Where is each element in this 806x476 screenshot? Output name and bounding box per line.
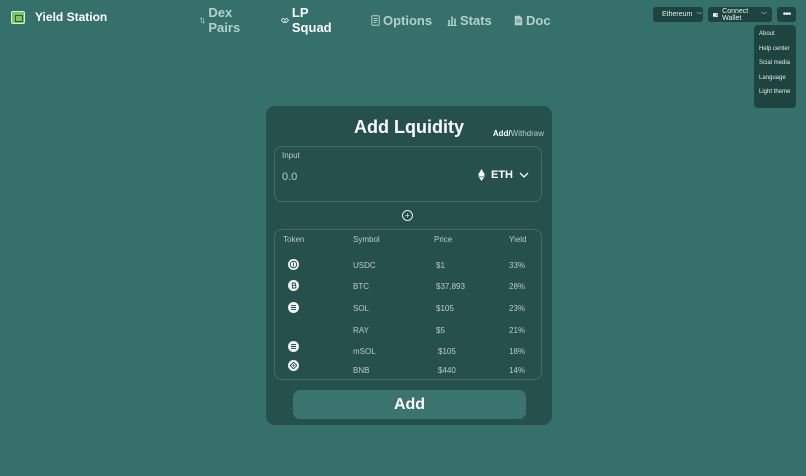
row-yield: 18% (509, 347, 526, 356)
row-yield: 33% (509, 261, 526, 270)
nav-options-label: Options (383, 12, 433, 28)
row-price: $105 (436, 304, 454, 313)
bar-chart-icon (447, 16, 457, 26)
network-selector[interactable]: Ethereum ﹀ (653, 7, 703, 22)
more-dots-icon: ••• (782, 9, 791, 20)
table-row[interactable]: mSOL $105 18% (275, 341, 541, 360)
nav-options[interactable]: Options (371, 12, 432, 28)
input-panel: Input ETH (274, 146, 542, 202)
table-row[interactable]: RAY $5 21% (275, 323, 541, 339)
menu-item-about[interactable]: About (754, 27, 796, 42)
network-label: Ethereum (662, 11, 693, 18)
connect-wallet-label: Connect Wallet (722, 7, 749, 22)
nav-stats-label: Stats (460, 12, 492, 28)
add-button[interactable]: Add (293, 390, 526, 419)
add-liquidity-card: Add Lquidity Add/Withdraw Input ETH + To… (266, 106, 552, 425)
doc-file-icon (514, 15, 523, 25)
usdc-icon (288, 259, 299, 270)
row-price: $440 (438, 366, 456, 375)
mode-toggle: Add/Withdraw (493, 129, 544, 138)
menu-item-light-theme[interactable]: Light theme (754, 85, 796, 100)
nav-doc-label: Doc (526, 12, 551, 28)
header-controls: Ethereum ﹀ Connect Wallet ﹀ ••• (653, 7, 796, 22)
row-yield: 23% (509, 304, 526, 313)
row-price: $1 (436, 261, 445, 270)
brand[interactable]: Yield Station (11, 10, 107, 24)
swap-arrows-icon (200, 16, 205, 24)
more-menu-button[interactable]: ••• (777, 7, 796, 22)
row-price: $105 (438, 347, 456, 356)
token-selector[interactable]: ETH (478, 169, 529, 181)
row-symbol: mSOL (353, 347, 376, 356)
row-yield: 28% (509, 282, 526, 291)
brand-name: Yield Station (35, 10, 108, 24)
yield-station-logo-icon (11, 10, 25, 24)
connect-wallet-button[interactable]: Connect Wallet ﹀ (708, 7, 772, 22)
nav-stats[interactable]: Stats (447, 12, 492, 28)
column-header-price: Price (434, 235, 453, 244)
nav-lp-squad[interactable]: LP Squad (281, 5, 335, 35)
input-label: Input (282, 151, 300, 160)
row-symbol: SOL (353, 304, 370, 313)
table-row[interactable]: BTC $37,893 28% (275, 279, 541, 295)
column-header-yield: Yield (509, 235, 527, 244)
plus-circle-icon[interactable]: + (402, 210, 413, 221)
solana-icon (288, 302, 299, 313)
menu-item-social-media[interactable]: Scial media (754, 56, 796, 71)
table-row[interactable]: SOL $105 23% (275, 301, 541, 317)
nav-dex-pairs-label: Dex Pairs (208, 5, 241, 35)
menu-item-language[interactable]: Language (754, 71, 796, 86)
token-yield-table: Token Symbol Price Yield USDC $1 33% BTC… (274, 229, 542, 380)
row-symbol: USDC (353, 261, 376, 270)
nav-doc[interactable]: Doc (514, 12, 551, 28)
chevron-down-icon: ﹀ (696, 13, 703, 19)
row-price: $37,893 (436, 282, 465, 291)
column-header-token: Token (283, 235, 305, 244)
chevron-down-icon: ﹀ (760, 13, 767, 19)
column-header-symbol: Symbol (353, 235, 380, 244)
menu-item-help-center[interactable]: Help center (754, 42, 796, 57)
row-price: $5 (436, 326, 445, 335)
handshake-icon (281, 17, 289, 23)
row-symbol: RAY (353, 326, 369, 335)
chevron-down-icon (519, 172, 529, 178)
amount-input[interactable] (282, 170, 402, 184)
table-row[interactable]: USDC $1 33% (275, 258, 541, 274)
row-yield: 14% (509, 366, 526, 375)
row-symbol: BNB (353, 366, 370, 375)
ethereum-icon (478, 169, 485, 181)
nav-dex-pairs[interactable]: Dex Pairs (200, 5, 244, 35)
bnb-icon (288, 360, 299, 371)
row-yield: 21% (509, 326, 526, 335)
token-symbol: ETH (491, 169, 513, 181)
more-dropdown-menu: About Help center Scial media Language L… (754, 25, 796, 108)
options-document-icon (371, 14, 380, 26)
mode-withdraw-tab[interactable]: Withdraw (511, 129, 544, 138)
solana-icon (288, 341, 299, 352)
bitcoin-icon (288, 280, 299, 291)
mode-add-tab[interactable]: Add (493, 129, 509, 138)
wallet-icon (713, 12, 719, 17)
table-row[interactable]: BNB $440 14% (275, 360, 541, 379)
row-symbol: BTC (353, 282, 369, 291)
nav-lp-squad-label: LP Squad (291, 5, 332, 35)
